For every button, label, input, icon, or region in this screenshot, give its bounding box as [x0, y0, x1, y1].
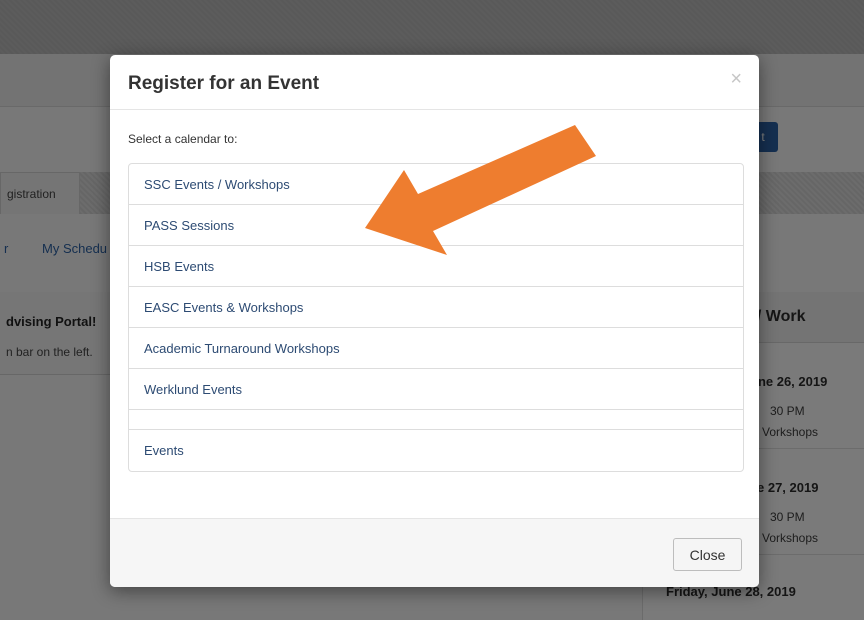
- calendar-option-werklund-events[interactable]: Werklund Events: [129, 369, 743, 410]
- calendar-option-events[interactable]: Events: [129, 430, 743, 471]
- calendar-option-ssc-events[interactable]: SSC Events / Workshops: [129, 164, 743, 205]
- calendar-option-easc-events[interactable]: EASC Events & Workshops: [129, 287, 743, 328]
- calendar-option-academic-turnaround[interactable]: Academic Turnaround Workshops: [129, 328, 743, 369]
- register-event-modal: Register for an Event × Select a calenda…: [110, 55, 759, 587]
- calendar-prompt: Select a calendar to:: [128, 132, 238, 146]
- modal-title: Register for an Event: [128, 73, 320, 94]
- calendar-option-empty[interactable]: [129, 410, 743, 430]
- calendar-list: SSC Events / Workshops PASS Sessions HSB…: [128, 163, 744, 472]
- calendar-option-hsb-events[interactable]: HSB Events: [129, 246, 743, 287]
- calendar-option-pass-sessions[interactable]: PASS Sessions: [129, 205, 743, 246]
- modal-footer: Close: [110, 518, 759, 587]
- close-button[interactable]: Close: [673, 538, 742, 571]
- modal-header: Register for an Event ×: [110, 55, 759, 110]
- close-icon[interactable]: ×: [730, 69, 742, 89]
